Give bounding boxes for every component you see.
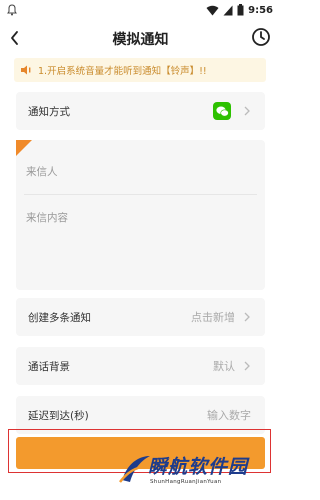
chevron-right-icon [244,361,250,371]
wechat-icon [213,102,231,120]
cellular-icon [223,5,233,15]
notice-text: 1.开启系统音量才能听到通知【铃声】!! [38,66,207,77]
message-card: 来信人 来信内容 [16,140,265,290]
divider [24,194,257,195]
sender-input[interactable]: 来信人 [26,164,58,179]
wifi-icon [206,5,219,15]
logo-brand-en: ShunHangRuanJianYuan [150,479,222,485]
speaker-icon [21,65,31,75]
delay-label: 延迟到达(秒) [28,409,89,422]
notify-method-row[interactable]: 通知方式 [16,92,265,130]
status-right: 9:56 [206,4,273,16]
notify-method-label: 通知方式 [28,105,70,118]
battery-icon [237,4,244,16]
history-clock-icon[interactable] [251,27,271,47]
call-background-row[interactable]: 通话背景 默认 [16,347,265,385]
chevron-right-icon [244,106,250,116]
multi-notify-row[interactable]: 创建多条通知 点击新增 [16,298,265,336]
call-background-value: 默认 [213,360,235,373]
status-time: 9:56 [248,4,273,16]
logo-brand: 瞬航软件园 [148,456,249,478]
multi-notify-label: 创建多条通知 [28,311,91,324]
volume-notice: 1.开启系统音量才能听到通知【铃声】!! [14,58,266,82]
watermark-logo: 瞬航软件园 ShunHangRuanJianYuan [118,446,278,494]
content-input[interactable]: 来信内容 [26,210,68,225]
status-bar: 9:56 [0,0,281,22]
delay-input[interactable]: 输入数字 [207,407,251,423]
logo-swoosh-icon [119,456,150,483]
page-title: 模拟通知 [112,32,169,48]
call-background-label: 通话背景 [28,360,70,373]
chevron-right-icon [244,312,250,322]
app-bar: 模拟通知 [0,22,281,56]
multi-notify-value: 点击新增 [191,311,235,324]
corner-tag [16,140,32,156]
notification-bell-icon [7,4,17,16]
